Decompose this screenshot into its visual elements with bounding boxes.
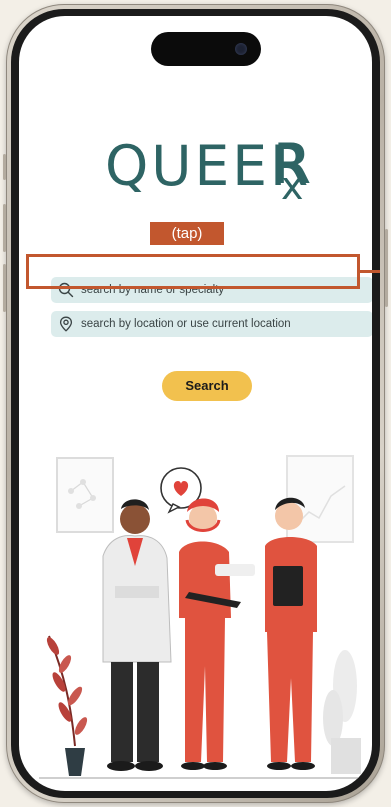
location-search-field[interactable]: search by location or use current locati… [51, 311, 372, 337]
silent-switch [3, 154, 6, 180]
tap-highlight-box [26, 254, 360, 289]
dynamic-island [151, 32, 261, 66]
tap-annotation-label: (tap) [150, 222, 224, 245]
tap-highlight-connector [360, 270, 380, 273]
volume-down-button [3, 264, 6, 312]
app-screen: QUEER R x search by name or specialty se… [19, 16, 372, 791]
nurse-figure-middle [179, 498, 255, 770]
plant-right [323, 650, 361, 774]
camera-icon [235, 43, 247, 55]
location-search-placeholder: search by location or use current locati… [81, 318, 291, 330]
logo-rx-tail: x [281, 164, 307, 208]
plant-left [46, 635, 88, 776]
doctor-figure [102, 499, 172, 771]
volume-up-button [3, 204, 6, 252]
medical-staff-illustration [39, 455, 361, 779]
search-button[interactable]: Search [162, 371, 252, 401]
phone-frame: QUEER R x search by name or specialty se… [3, 4, 388, 803]
app-logo: QUEER R x [105, 132, 311, 214]
wall-frame-left [56, 457, 114, 533]
power-button [385, 229, 388, 307]
location-pin-icon [59, 316, 73, 332]
